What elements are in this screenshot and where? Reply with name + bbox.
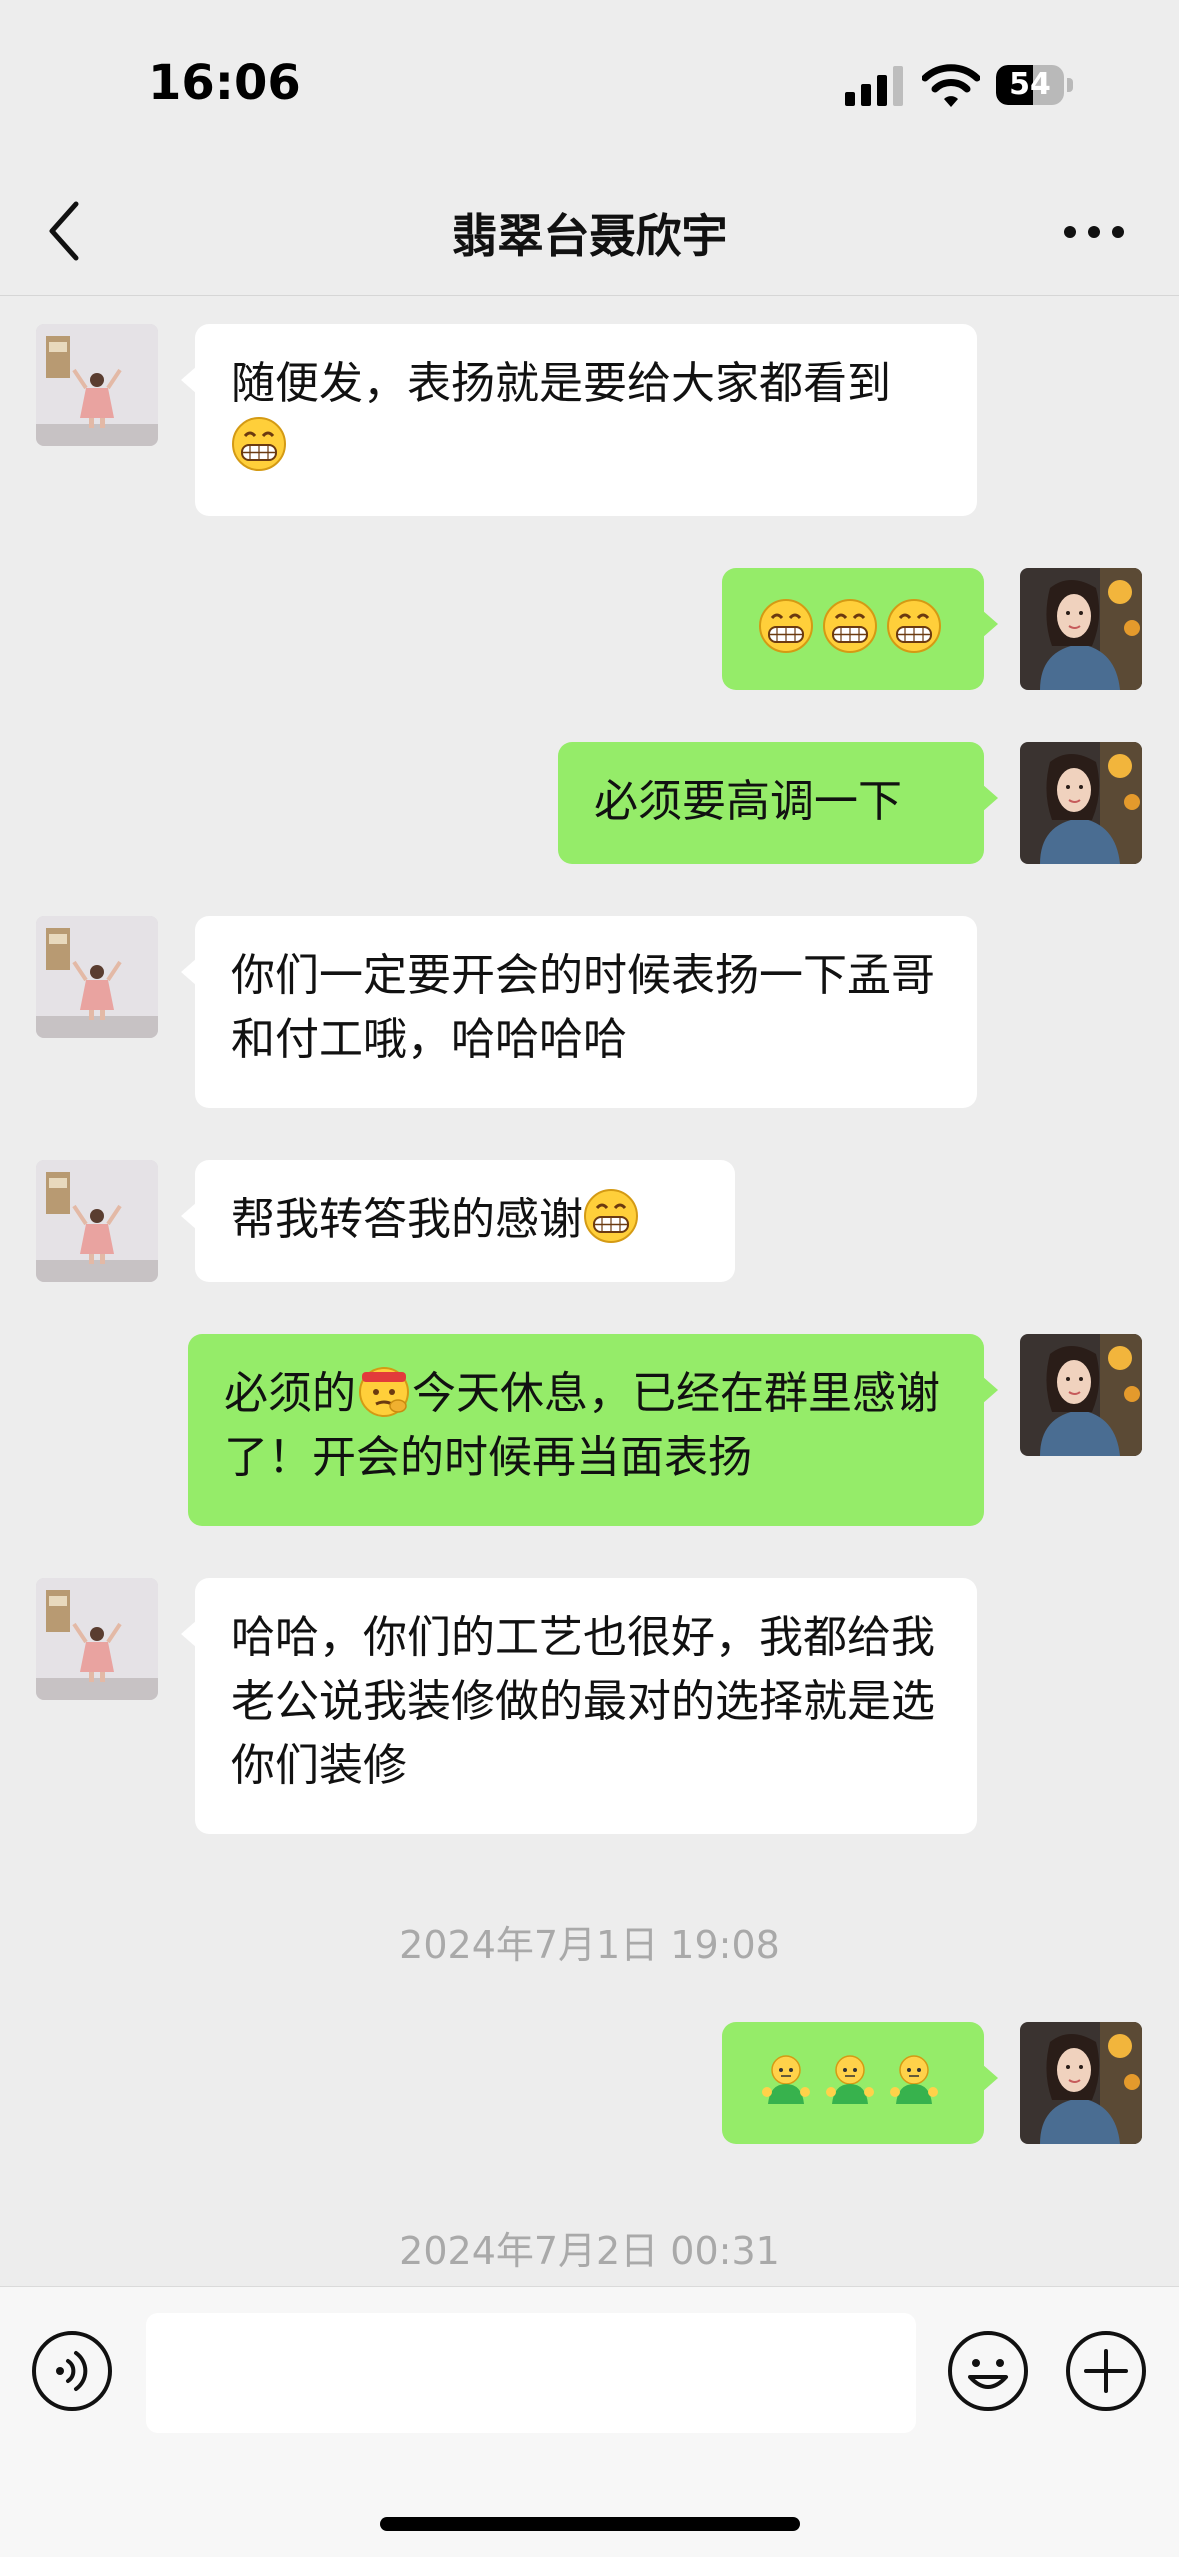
own-avatar[interactable]: [1020, 1334, 1142, 1456]
contact-avatar[interactable]: [36, 1160, 158, 1282]
message-bubble[interactable]: 你们一定要开会的时候表扬一下孟哥和付工哦，哈哈哈哈: [181, 916, 977, 1108]
message-bubble[interactable]: [722, 2022, 998, 2144]
smiley-icon[interactable]: [946, 2329, 1030, 2413]
chat-header: 翡翠台聂欣宇: [0, 170, 1179, 296]
grin-emoji-icon: [583, 1188, 639, 1244]
contact-avatar[interactable]: [36, 1578, 158, 1700]
battery-indicator: 54: [996, 65, 1076, 105]
home-indicator: [380, 2517, 800, 2531]
chevron-left-icon[interactable]: [44, 198, 84, 264]
timestamp: 2024年7月1日 19:08: [399, 1923, 780, 1967]
contact-avatar[interactable]: [36, 324, 158, 446]
grin-emoji-icon: [758, 598, 814, 654]
message-text: 哈哈，你们的工艺也很好，我都给我老公说我装修做的最对的选择就是选你们装修: [231, 1612, 935, 1791]
message-text: 帮我转答我的感谢: [231, 1194, 583, 1245]
cellular-signal-icon: [845, 66, 903, 106]
grin-emoji-icon: [822, 598, 878, 654]
timestamp: 2024年7月2日 00:31: [399, 2229, 780, 2273]
message-text: 必须的: [224, 1368, 356, 1419]
own-avatar[interactable]: [1020, 742, 1142, 864]
message-bubble[interactable]: 必须要高调一下: [558, 742, 998, 864]
contact-avatar[interactable]: [36, 916, 158, 1038]
message-bubble[interactable]: 哈哈，你们的工艺也很好，我都给我老公说我装修做的最对的选择就是选你们装修: [181, 1578, 977, 1834]
green-figure-emoji-icon: [822, 2052, 878, 2108]
message-list[interactable]: 随便发，表扬就是要给大家都看到 必须要高调一下 你们一定要开会的时候表扬一下孟哥…: [0, 296, 1179, 2286]
green-figure-emoji-icon: [758, 2052, 814, 2108]
own-avatar[interactable]: [1020, 568, 1142, 690]
input-bar: [0, 2286, 1179, 2557]
status-bar: 16:06 54: [0, 0, 1179, 170]
message-text: 你们一定要开会的时候表扬一下孟哥和付工哦，哈哈哈哈: [231, 950, 935, 1065]
green-figure-emoji-icon: [886, 2052, 942, 2108]
message-input[interactable]: [146, 2313, 916, 2433]
message-bubble[interactable]: 随便发，表扬就是要给大家都看到: [181, 324, 977, 516]
battery-level: 54: [1009, 67, 1051, 102]
message-bubble[interactable]: 帮我转答我的感谢: [181, 1160, 735, 1282]
voice-icon[interactable]: [30, 2329, 114, 2413]
message-bubble[interactable]: 必须的 今天休息，已经在群里感谢了！开会的时候再当面表扬: [188, 1334, 998, 1526]
plus-circle-icon[interactable]: [1064, 2329, 1148, 2413]
grin-emoji-icon: [886, 598, 942, 654]
thinking-emoji-icon: [356, 1362, 412, 1418]
message-text: 必须要高调一下: [594, 776, 902, 827]
message-text: 随便发，表扬就是要给大家都看到: [231, 358, 891, 409]
status-time: 16:06: [148, 55, 301, 111]
chat-title: 翡翠台聂欣宇: [451, 209, 728, 263]
own-avatar[interactable]: [1020, 2022, 1142, 2144]
grin-emoji-icon: [231, 416, 287, 472]
message-bubble[interactable]: [722, 568, 998, 690]
ellipsis-icon[interactable]: [1062, 222, 1126, 242]
wifi-icon: [922, 64, 980, 107]
